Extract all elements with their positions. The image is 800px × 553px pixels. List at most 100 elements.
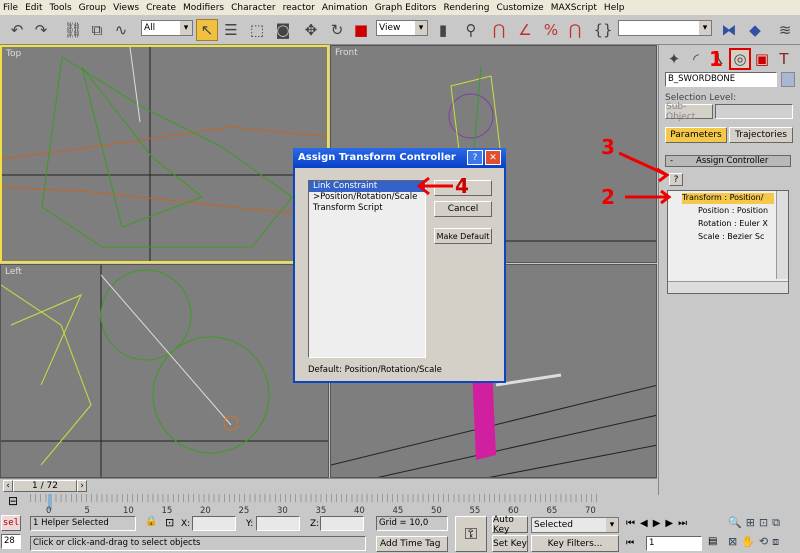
go-to-end-icon[interactable]: ⏭ <box>678 518 692 529</box>
modify-tab-icon[interactable]: ◜ <box>685 48 707 70</box>
rectangular-selection-icon[interactable]: ⬚ <box>246 19 268 41</box>
tree-item-rotation[interactable]: Rotation : Euler X <box>698 219 776 228</box>
auto-key-button[interactable]: Auto Key <box>492 515 528 535</box>
unlink-icon[interactable]: ⧉ <box>86 19 108 41</box>
make-default-button[interactable]: Make Default <box>434 228 492 244</box>
select-and-move-icon[interactable]: ✥ <box>300 19 322 41</box>
select-and-rotate-icon[interactable]: ↻ <box>326 19 348 41</box>
display-tab-icon[interactable]: ▣ <box>751 48 773 70</box>
spinner-snap-icon[interactable]: ⋂ <box>564 19 586 41</box>
utilities-tab-icon[interactable]: T <box>773 48 795 70</box>
controller-list[interactable]: Link Constraint >Position/Rotation/Scale… <box>308 180 426 358</box>
sub-object-dropdown[interactable] <box>715 104 793 119</box>
trajectories-button[interactable]: Trajectories <box>729 127 793 143</box>
mirror-icon[interactable]: ⧓ <box>718 19 740 41</box>
menu-customize[interactable]: Customize <box>496 3 543 13</box>
key-mode-toggle-icon[interactable]: ⏮ <box>626 538 634 548</box>
play-icon[interactable]: ▶ <box>653 518 666 529</box>
create-tab-icon[interactable]: ✦ <box>663 48 685 70</box>
angle-snap-icon[interactable]: ∠ <box>514 19 536 41</box>
menu-graph-editors[interactable]: Graph Editors <box>375 3 437 13</box>
previous-frame-icon[interactable]: ◀ <box>640 518 653 529</box>
next-frame-icon[interactable]: ▶ <box>665 518 678 529</box>
layer-manager-icon[interactable]: ≋ <box>774 19 796 41</box>
named-selection-dropdown[interactable] <box>618 20 712 36</box>
menu-file[interactable]: File <box>3 3 18 13</box>
viewport-top[interactable]: Top <box>0 45 329 263</box>
maximize-viewport-icon[interactable]: ⧈ <box>772 535 783 548</box>
manipulate-icon[interactable]: ⚲ <box>460 19 482 41</box>
list-item-position-rotation-scale[interactable]: >Position/Rotation/Scale <box>309 192 425 203</box>
cancel-button[interactable]: Cancel <box>434 201 492 217</box>
list-item-transform-script[interactable]: Transform Script <box>309 203 425 214</box>
sub-object-button[interactable]: Sub-Object <box>665 102 713 122</box>
snap-toggle-icon[interactable]: ⋂ <box>488 19 510 41</box>
bind-space-warp-icon[interactable]: ∿ <box>110 19 132 41</box>
menu-maxscript[interactable]: MAXScript <box>551 3 597 13</box>
zoom-extents-icon[interactable]: ⊡ <box>759 516 772 529</box>
y-coordinate-field[interactable] <box>256 516 300 531</box>
viewport-navigation-controls-2[interactable]: ⊠✋⟲⧈ <box>728 535 783 549</box>
previous-frame-arrow[interactable]: ‹ <box>3 480 13 492</box>
motion-tab-icon[interactable]: ◎ <box>729 48 751 70</box>
undo-icon[interactable]: ↶ <box>6 19 28 41</box>
parameters-button[interactable]: Parameters <box>665 127 727 143</box>
next-frame-arrow[interactable]: › <box>77 480 87 492</box>
z-coordinate-field[interactable] <box>320 516 364 531</box>
select-by-name-icon[interactable]: ☰ <box>220 19 242 41</box>
key-mode-dropdown[interactable]: Selected <box>531 517 619 533</box>
absolute-mode-icon[interactable]: ⊡ <box>165 516 174 529</box>
time-configuration-icon[interactable]: ▤ <box>708 536 717 547</box>
selection-filter-dropdown[interactable]: All <box>141 20 193 36</box>
tree-item-scale[interactable]: Scale : Bezier Sc <box>698 232 776 241</box>
menu-create[interactable]: Create <box>146 3 176 13</box>
set-key-icon[interactable]: ⚿ <box>455 516 487 552</box>
menu-help[interactable]: Help <box>604 3 625 13</box>
window-crossing-icon[interactable]: ◙ <box>272 19 294 41</box>
viewport-left[interactable]: Left <box>0 264 329 478</box>
viewport-navigation-controls[interactable]: 🔍⊞⊡⧉ <box>728 516 784 530</box>
help-button[interactable]: ? <box>467 150 483 165</box>
maxscript-listener[interactable]: sel <box>1 515 21 531</box>
pan-icon[interactable]: ✋ <box>741 535 759 548</box>
object-color-swatch[interactable] <box>781 72 795 87</box>
maxscript-mini-listener[interactable]: 28 <box>1 534 21 549</box>
menu-character[interactable]: Character <box>231 3 275 13</box>
list-item-link-constraint[interactable]: Link Constraint <box>309 181 425 192</box>
pivot-center-icon[interactable]: ▮ <box>432 19 454 41</box>
redo-icon[interactable]: ↷ <box>30 19 52 41</box>
zoom-all-icon[interactable]: ⊞ <box>746 516 759 529</box>
percent-snap-icon[interactable]: % <box>540 19 562 41</box>
tree-item-position[interactable]: Position : Position <box>698 206 776 215</box>
current-frame-field[interactable]: 1 <box>646 536 702 551</box>
select-and-link-icon[interactable]: ⛓ <box>62 19 84 41</box>
time-slider-handle[interactable]: 1 / 72 <box>13 480 77 492</box>
assign-controller-rollout-header[interactable]: - Assign Controller <box>665 155 791 167</box>
menu-tools[interactable]: Tools <box>50 3 72 13</box>
go-to-start-icon[interactable]: ⏮ <box>626 518 640 529</box>
mini-curve-editor-icon[interactable]: ⊟ <box>8 494 18 508</box>
controller-tree[interactable]: Transform : Position/ Position : Positio… <box>667 190 789 294</box>
zoom-icon[interactable]: 🔍 <box>728 516 746 529</box>
edit-named-selection-icon[interactable]: {} <box>592 19 614 41</box>
reference-coord-dropdown[interactable]: View <box>376 20 428 36</box>
time-slider-track[interactable]: ‹ 1 / 72 › <box>0 478 657 493</box>
menu-views[interactable]: Views <box>113 3 139 13</box>
lock-selection-icon[interactable]: 🔒 <box>145 516 157 527</box>
set-key-button[interactable]: Set Key <box>492 535 528 552</box>
menu-group[interactable]: Group <box>79 3 106 13</box>
align-icon[interactable]: ◆ <box>744 19 766 41</box>
menu-rendering[interactable]: Rendering <box>444 3 490 13</box>
arc-rotate-icon[interactable]: ⟲ <box>759 535 772 548</box>
tree-vertical-scrollbar[interactable] <box>776 191 788 279</box>
playback-controls[interactable]: ⏮◀▶▶⏭ <box>626 518 692 529</box>
select-and-scale-icon[interactable]: ■ <box>350 19 372 41</box>
menu-edit[interactable]: Edit <box>25 3 42 13</box>
tree-horizontal-scrollbar[interactable] <box>668 281 788 293</box>
object-name-field[interactable]: B_SWORDBONE <box>665 72 777 87</box>
key-filters-button[interactable]: Key Filters... <box>531 535 619 552</box>
menu-animation[interactable]: Animation <box>322 3 368 13</box>
field-of-view-icon[interactable]: ⊠ <box>728 535 741 548</box>
menu-modifiers[interactable]: Modifiers <box>183 3 224 13</box>
zoom-extents-all-icon[interactable]: ⧉ <box>772 516 784 529</box>
